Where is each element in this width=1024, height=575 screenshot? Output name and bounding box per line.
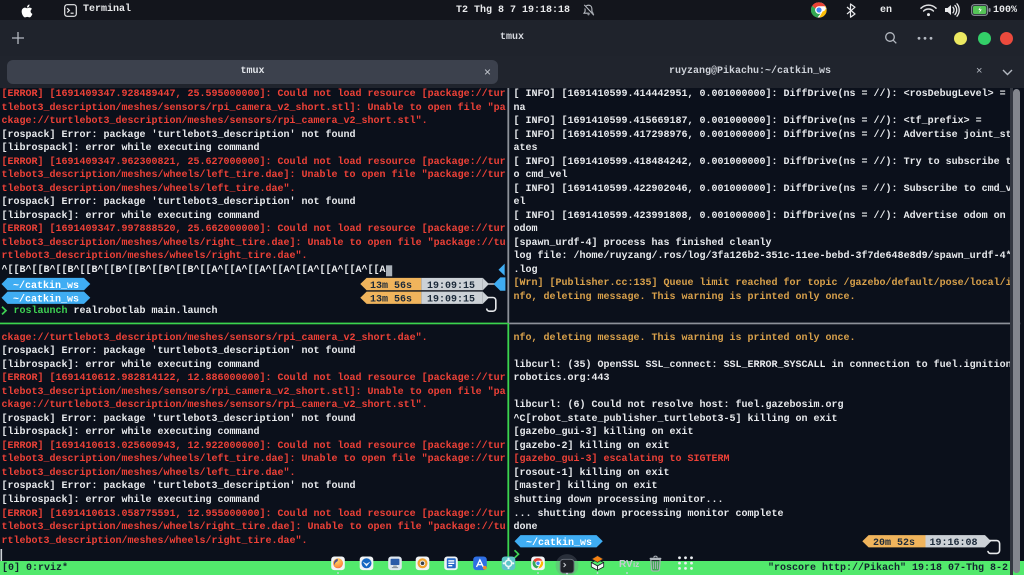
svg-text:iz: iz — [633, 560, 639, 569]
svg-text:19:16:08: 19:16:08 — [930, 538, 978, 549]
svg-text:~/catkin_ws: ~/catkin_ws — [13, 294, 79, 306]
svg-text:19:09:15: 19:09:15 — [427, 295, 475, 306]
svg-text:~/catkin_ws: ~/catkin_ws — [13, 280, 79, 292]
svg-text:19:09:15: 19:09:15 — [427, 281, 475, 292]
svg-text:20m 52s: 20m 52s — [873, 538, 915, 549]
svg-text:13m 56s: 13m 56s — [370, 295, 412, 306]
svg-text:RV: RV — [619, 559, 633, 570]
svg-text:13m 56s: 13m 56s — [370, 281, 412, 292]
